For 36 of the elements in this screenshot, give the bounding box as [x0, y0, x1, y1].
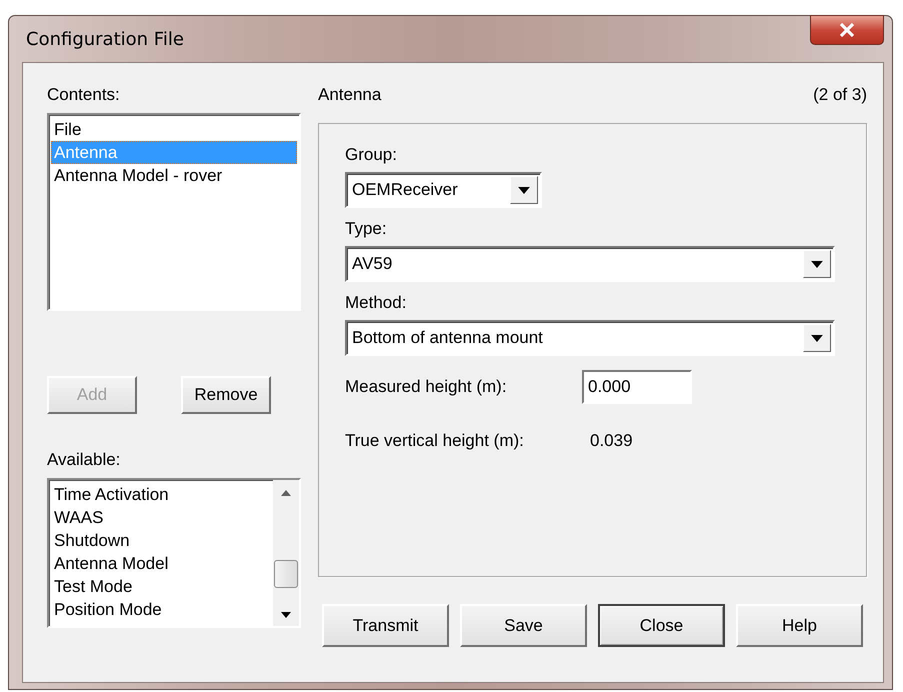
field-label: Measured height (m):: [345, 376, 508, 398]
window-title: Configuration File: [25, 28, 184, 50]
dropdown[interactable]: AV59: [345, 246, 835, 282]
dialog-button[interactable]: Close: [598, 604, 725, 647]
scrollbar[interactable]: [273, 480, 299, 626]
scroll-thumb[interactable]: [274, 560, 298, 588]
list-item[interactable]: WAAS: [51, 506, 271, 529]
scroll-down-icon[interactable]: [281, 612, 291, 618]
section-title: Antenna: [318, 85, 382, 105]
input-field[interactable]: 0.000: [582, 370, 692, 404]
close-button[interactable]: [810, 15, 884, 45]
contents-list[interactable]: File Antenna Antenna Model - rover: [47, 113, 301, 311]
page-counter: (2 of 3): [813, 85, 867, 105]
field-label: True vertical height (m):: [345, 430, 525, 452]
list-item[interactable]: Shutdown: [51, 529, 271, 552]
field-label: Group:: [345, 144, 398, 166]
list-item[interactable]: Antenna Model - rover: [51, 164, 297, 187]
remove-button[interactable]: Remove: [181, 376, 271, 414]
dialog-button[interactable]: Help: [736, 604, 863, 647]
list-item[interactable]: File: [51, 118, 297, 141]
value-text: 0.039: [589, 431, 633, 451]
list-item[interactable]: Time Activation: [51, 483, 271, 506]
dropdown[interactable]: OEMReceiver: [345, 172, 542, 208]
list-item[interactable]: Antenna Model: [51, 552, 271, 575]
list-item[interactable]: Position Mode: [51, 598, 271, 621]
dropdown[interactable]: Bottom of antenna mount: [345, 320, 835, 356]
dialog-button[interactable]: Save: [460, 604, 587, 647]
available-list[interactable]: Time Activation WAAS Shutdown Antenna Model Test Mode Position Mode: [47, 478, 301, 628]
list-label: Available:: [47, 450, 122, 470]
field-label: Method:: [345, 292, 408, 314]
field-label: Type:: [345, 218, 388, 240]
list-label: Contents:: [47, 85, 121, 105]
list-item[interactable]: Test Mode: [51, 575, 271, 598]
scroll-up-icon[interactable]: [281, 490, 291, 496]
dialog-button[interactable]: Transmit: [322, 604, 449, 647]
close-icon: [839, 23, 855, 37]
